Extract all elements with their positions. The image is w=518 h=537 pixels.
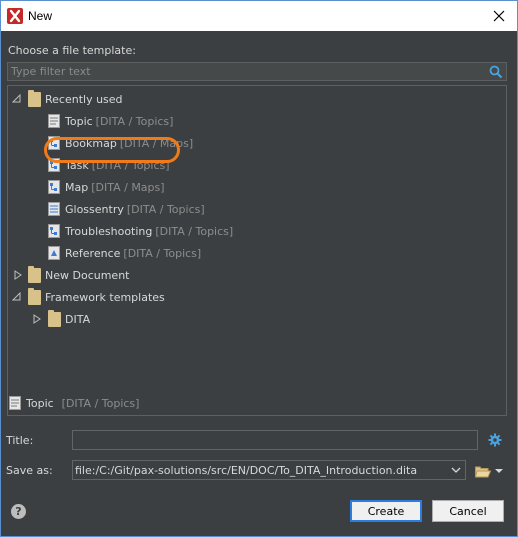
item-label: Task <box>65 158 89 172</box>
item-label: Reference <box>65 246 121 260</box>
template-tree[interactable]: Recently used Topic [DITA / Topics] Book… <box>7 85 507 416</box>
new-file-dialog: New Choose a file template: Recently use… <box>0 0 518 537</box>
help-icon[interactable]: ? <box>11 504 26 519</box>
folder-icon <box>28 265 41 283</box>
tree-item-bookmap[interactable]: Bookmap [DITA / Maps] <box>48 133 193 153</box>
dropdown-arrow-icon <box>495 469 503 473</box>
selected-template-label: Topic <box>26 396 54 410</box>
item-label: Glossentry <box>65 202 124 216</box>
tree-node-dita[interactable]: DITA <box>48 309 90 329</box>
tree-node-framework-templates[interactable]: Framework templates <box>28 287 165 307</box>
save-as-value: file:/C:/Git/pax-solutions/src/EN/DOC/To… <box>75 463 418 477</box>
dialog-body: Choose a file template: Recently used To… <box>1 31 517 536</box>
troubleshooting-file-icon <box>48 224 60 238</box>
filter-input[interactable] <box>8 63 506 80</box>
item-category: [DITA / Maps] <box>91 180 165 194</box>
expanded-arrow-icon[interactable] <box>12 94 22 104</box>
tree-node-label: Framework templates <box>45 290 165 304</box>
window-title: New <box>28 9 53 23</box>
item-category: [DITA / Topics] <box>91 158 170 172</box>
close-button[interactable] <box>487 5 511 27</box>
tree-node-label: New Document <box>45 268 130 282</box>
gear-icon[interactable] <box>488 433 502 447</box>
save-as-combo[interactable]: file:/C:/Git/pax-solutions/src/EN/DOC/To… <box>72 460 466 480</box>
task-file-icon <box>48 158 60 172</box>
item-category: [DITA / Topics] <box>123 246 202 260</box>
reference-file-icon <box>48 246 60 260</box>
expanded-arrow-icon[interactable] <box>12 292 22 302</box>
map-file-icon <box>48 180 60 194</box>
item-category: [DITA / Topics] <box>126 202 205 216</box>
choose-template-label: Choose a file template: <box>8 44 136 57</box>
tree-node-recently-used[interactable]: Recently used <box>28 89 123 109</box>
item-label: Topic <box>65 114 93 128</box>
title-label: Title: <box>6 434 34 447</box>
item-label: Bookmap <box>65 136 117 150</box>
oxygen-app-icon <box>7 8 23 24</box>
selected-template-info: Topic [DITA / Topics] <box>9 396 139 410</box>
item-label: Map <box>65 180 89 194</box>
tree-item-topic[interactable]: Topic [DITA / Topics] <box>48 111 173 131</box>
tree-node-label: Recently used <box>45 92 123 106</box>
tree-node-new-document[interactable]: New Document <box>28 265 129 285</box>
collapsed-arrow-icon[interactable] <box>13 270 23 280</box>
filter-field[interactable] <box>7 62 507 81</box>
collapsed-arrow-icon[interactable] <box>32 314 42 324</box>
tree-item-glossentry[interactable]: Glossentry [DITA / Topics] <box>48 199 205 219</box>
title-input[interactable] <box>72 430 478 450</box>
search-icon[interactable] <box>489 65 503 79</box>
item-label: Troubleshooting <box>65 224 153 238</box>
tree-item-task[interactable]: Task [DITA / Topics] <box>48 155 170 175</box>
folder-icon <box>48 309 61 327</box>
item-category: [DITA / Topics] <box>155 224 234 238</box>
browse-folder-button[interactable] <box>475 463 505 479</box>
tree-item-map[interactable]: Map [DITA / Maps] <box>48 177 165 197</box>
item-category: [DITA / Maps] <box>119 136 194 150</box>
chevron-down-icon[interactable] <box>449 463 463 477</box>
folder-icon <box>28 287 41 305</box>
open-folder-icon <box>475 466 491 477</box>
topic-file-icon <box>48 114 60 128</box>
tree-item-troubleshooting[interactable]: Troubleshooting [DITA / Topics] <box>48 221 233 241</box>
tree-node-label: DITA <box>65 312 91 326</box>
bookmap-file-icon <box>48 136 60 150</box>
tree-item-reference[interactable]: Reference [DITA / Topics] <box>48 243 201 263</box>
save-as-label: Save as: <box>6 464 53 477</box>
cancel-button[interactable]: Cancel <box>432 500 504 522</box>
glossentry-file-icon <box>48 202 60 216</box>
folder-icon <box>28 89 41 107</box>
close-icon <box>493 10 505 22</box>
create-button[interactable]: Create <box>350 500 422 522</box>
title-bar: New <box>1 1 517 31</box>
topic-file-icon <box>9 396 21 410</box>
item-category: [DITA / Topics] <box>95 114 174 128</box>
selected-template-category: [DITA / Topics] <box>61 396 140 410</box>
